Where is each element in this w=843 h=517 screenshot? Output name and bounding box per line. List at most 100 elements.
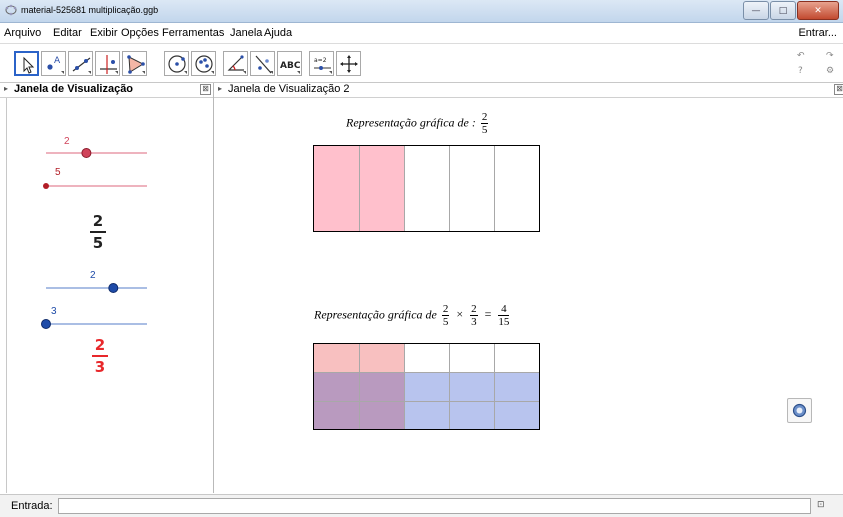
- grid-cell: [494, 146, 539, 231]
- grid-cell: [359, 146, 404, 231]
- tool-move[interactable]: [14, 51, 39, 76]
- fraction-display-2: 2 3: [88, 336, 112, 376]
- right-panel-collapse-icon[interactable]: ▸: [218, 84, 222, 93]
- menu-opcoes[interactable]: Opções: [121, 27, 159, 39]
- slider-knob: [108, 283, 119, 293]
- redo-icon[interactable]: ↷: [826, 51, 838, 61]
- svg-text:a=2: a=2: [314, 57, 327, 64]
- left-panel-collapse-icon[interactable]: ▸: [4, 84, 8, 93]
- slider-label: 3: [51, 306, 57, 317]
- grid-cell: [359, 400, 404, 429]
- grid-cell: [494, 372, 539, 401]
- grid-cell: [314, 400, 359, 429]
- grid-cell: [314, 372, 359, 401]
- menu-ferramentas[interactable]: Ferramentas: [162, 27, 224, 39]
- right-panel-title: Janela de Visualização 2: [228, 83, 350, 95]
- caption-representation-1: Representação gráfica de : 2 5: [346, 111, 490, 136]
- grid-cell: [404, 344, 449, 373]
- grid-cell: [449, 344, 494, 373]
- menu-exibir[interactable]: Exibir: [90, 27, 118, 39]
- input-help-icon[interactable]: ⊡: [817, 500, 825, 510]
- slider-knob: [43, 183, 49, 189]
- slider-label: 2: [90, 270, 96, 281]
- caption-fraction-a: 2 5: [441, 303, 450, 328]
- window-titlebar: material-525681 multiplicação.ggb — □ ✕: [0, 0, 843, 23]
- grid-cell: [494, 400, 539, 429]
- grid-cell: [449, 146, 494, 231]
- input-label: Entrada:: [11, 500, 53, 512]
- help-icon[interactable]: ?: [798, 66, 803, 76]
- tool-perpendicular[interactable]: [95, 51, 120, 76]
- tool-polygon[interactable]: [122, 51, 147, 76]
- left-panel-header: ▸ Janela de Visualização ⊠: [0, 83, 213, 98]
- signin-link[interactable]: Entrar...: [798, 27, 837, 39]
- window-title: material-525681 multiplicação.ggb: [21, 5, 159, 15]
- tool-slider[interactable]: a=2: [309, 51, 334, 76]
- svg-text:ABC: ABC: [280, 61, 301, 71]
- grid-cell: [314, 344, 359, 373]
- tool-line[interactable]: [68, 51, 93, 76]
- menu-editar[interactable]: Editar: [53, 27, 82, 39]
- caption-den: 5: [481, 124, 488, 136]
- input-field[interactable]: [58, 498, 811, 514]
- tool-conic[interactable]: [191, 51, 216, 76]
- caption-den: 15: [498, 316, 510, 328]
- right-panel-close-icon[interactable]: ⊠: [834, 84, 843, 95]
- left-panel-border: [6, 98, 7, 493]
- left-panel-close-icon[interactable]: ⊠: [200, 84, 211, 95]
- svg-text:A: A: [54, 56, 61, 66]
- input-bar: Entrada: ⊡: [0, 494, 843, 517]
- caption-num: 4: [498, 303, 510, 316]
- move-graphics-icon: [340, 55, 358, 73]
- grid-cell: [359, 372, 404, 401]
- geogebra-app-icon: [5, 4, 17, 16]
- caption-fraction-b: 2 3: [470, 303, 478, 328]
- tool-circle[interactable]: [164, 51, 189, 76]
- graphics-view-1[interactable]: 2 5 2 5 2 3 2 3: [0, 98, 213, 493]
- tool-reflect[interactable]: [250, 51, 275, 76]
- graphics-view-nav-button[interactable]: [787, 398, 812, 423]
- caption-den: 3: [471, 316, 477, 328]
- fraction-denominator: 3: [94, 358, 106, 376]
- fraction-numerator: 2: [94, 336, 106, 354]
- caption-text: Representação gráfica de: [314, 307, 437, 322]
- view-control-icon: [792, 403, 807, 418]
- grid-cell: [314, 146, 359, 231]
- tool-move-graphics[interactable]: [336, 51, 361, 76]
- slider-knob: [41, 319, 51, 329]
- tool-text[interactable]: ABC: [277, 51, 302, 76]
- caption-num: 2: [470, 303, 478, 316]
- minimize-button[interactable]: —: [743, 1, 769, 20]
- caption-fraction-result: 4 15: [498, 303, 510, 328]
- close-button[interactable]: ✕: [797, 1, 839, 20]
- grid-cell: [449, 400, 494, 429]
- maximize-button[interactable]: □: [770, 1, 796, 20]
- settings-icon[interactable]: ⚙: [826, 66, 834, 76]
- fraction-grid-2: [313, 343, 540, 430]
- caption-num: 2: [480, 111, 489, 124]
- caption-representation-2: Representação gráfica de 2 5 × 2 3 = 4 1…: [314, 303, 511, 328]
- caption-den: 5: [442, 316, 449, 328]
- menu-arquivo[interactable]: Arquivo: [4, 27, 41, 39]
- grid-cell: [494, 344, 539, 373]
- left-panel-title: Janela de Visualização: [14, 83, 134, 95]
- grid-cell: [449, 372, 494, 401]
- toolbar: A ABC a=2 ↶ ↷ ? ⚙: [0, 44, 843, 83]
- tool-point[interactable]: A: [41, 51, 66, 76]
- fraction-grid-1: [313, 145, 540, 232]
- slider-knob: [81, 148, 92, 158]
- grid-cell: [404, 372, 449, 401]
- menu-bar: Arquivo Editar Exibir Opções Ferramentas…: [0, 23, 843, 44]
- fraction-display-1: 2 5: [86, 212, 110, 252]
- grid-cell: [359, 344, 404, 373]
- slider-label: 5: [55, 167, 61, 178]
- tool-angle[interactable]: [223, 51, 248, 76]
- menu-ajuda[interactable]: Ajuda: [264, 27, 292, 39]
- menu-janela[interactable]: Janela: [230, 27, 262, 39]
- move-arrow-icon: [23, 56, 35, 74]
- caption-num: 2: [441, 303, 450, 316]
- equals-sign: =: [484, 307, 492, 322]
- grid-cell: [404, 146, 449, 231]
- undo-icon[interactable]: ↶: [797, 51, 809, 61]
- graphics-view-2[interactable]: Representação gráfica de : 2 5 Represent…: [214, 98, 843, 493]
